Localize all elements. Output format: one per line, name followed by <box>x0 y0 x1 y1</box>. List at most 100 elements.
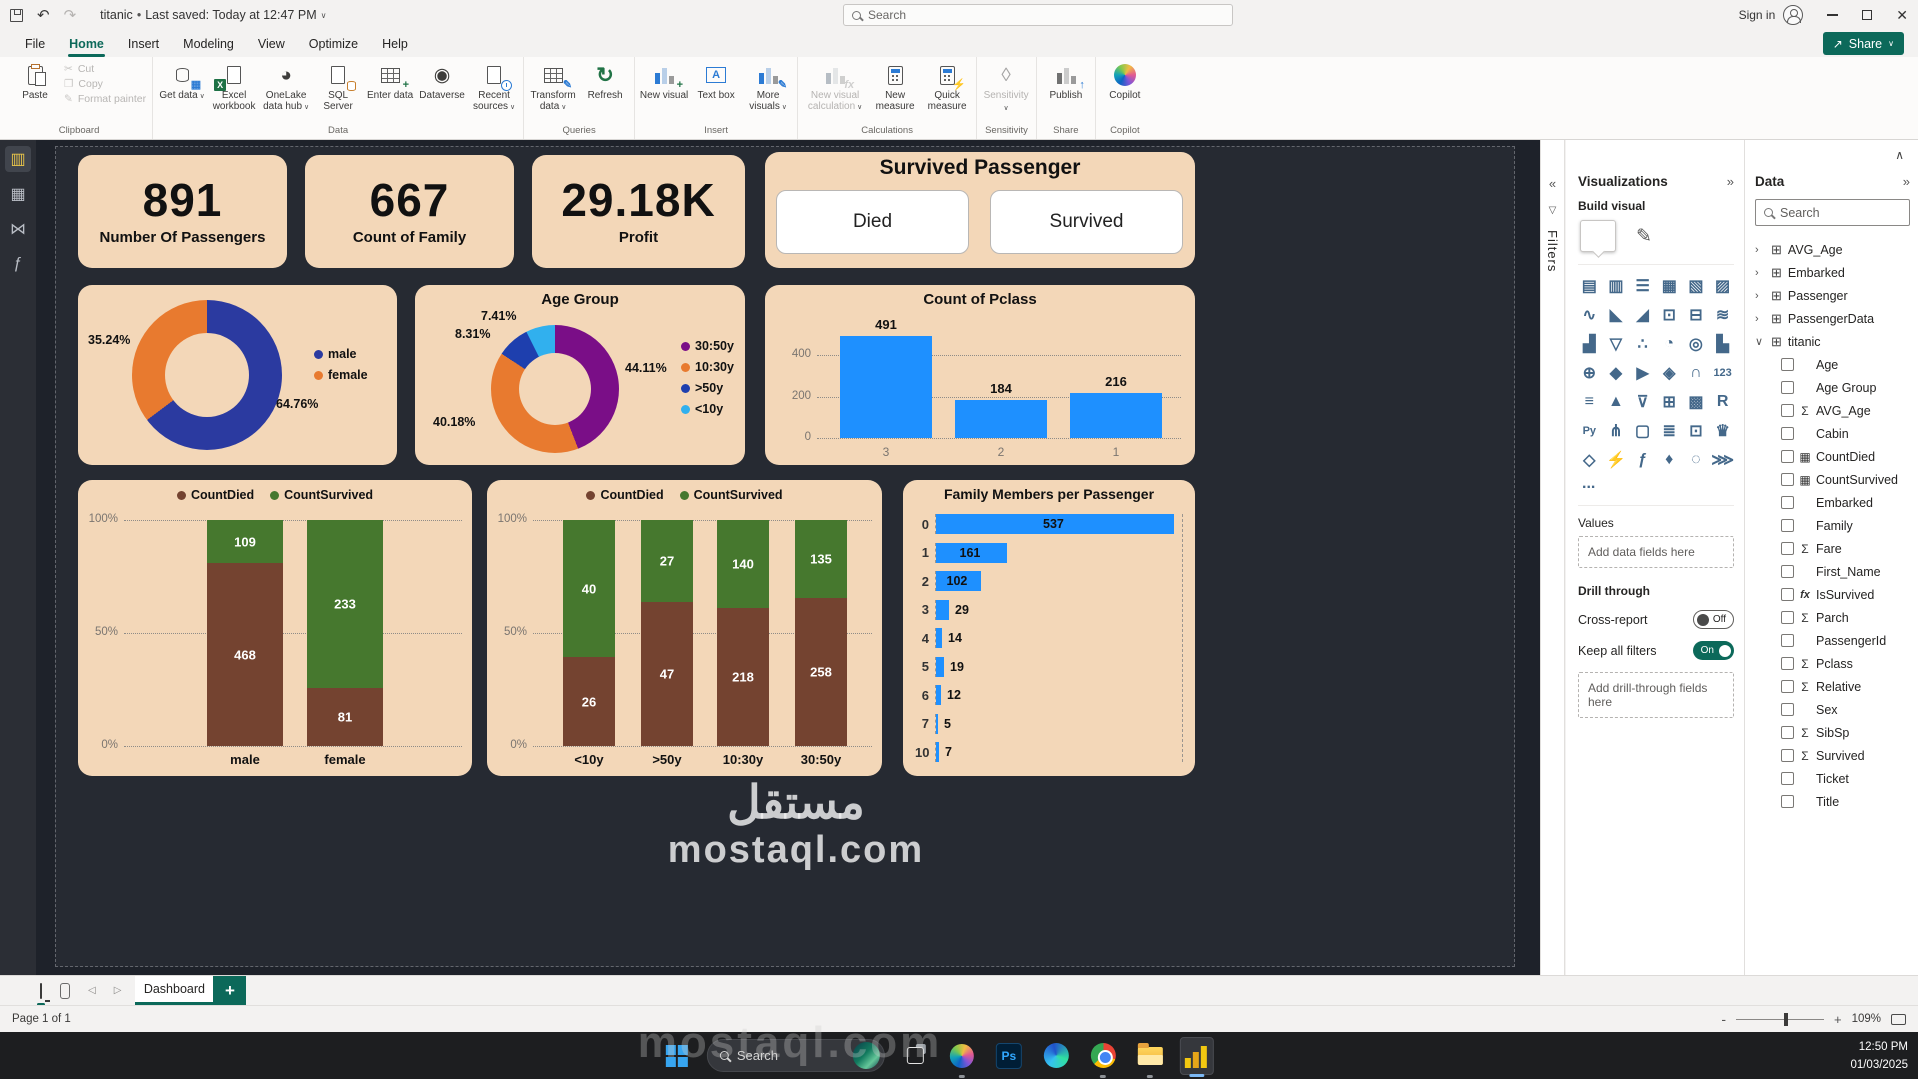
survived-segment[interactable]: 40 <box>563 520 615 657</box>
table-icon[interactable]: ⊞ <box>1658 391 1681 413</box>
field-row-ticket[interactable]: Ticket <box>1755 767 1910 790</box>
stacked-bar[interactable]: 40 26 <box>563 520 615 746</box>
field-row-avg_age[interactable]: Σ AVG_Age <box>1755 399 1910 422</box>
gauge-icon[interactable]: ∩ <box>1685 362 1708 384</box>
cut-button[interactable]: ✂ Cut <box>64 63 146 75</box>
survived-slicer[interactable]: Survived Passenger Died Survived <box>765 152 1195 268</box>
clustered-column-chart-icon[interactable]: ▦ <box>1658 275 1681 297</box>
zoom-level[interactable]: 109% <box>1852 1013 1881 1025</box>
field-row-fare[interactable]: Σ Fare <box>1755 537 1910 560</box>
format-visual-icon[interactable]: ✎ <box>1636 225 1652 248</box>
bar[interactable] <box>936 742 939 762</box>
field-row-embarked[interactable]: Embarked <box>1755 491 1910 514</box>
taskbar-clock[interactable]: 12:50 PM 01/03/2025 <box>1850 1038 1908 1075</box>
power-bi-app-button[interactable] <box>1179 1036 1214 1075</box>
died-segment[interactable]: 81 <box>307 688 383 746</box>
legend-item[interactable]: <10y <box>681 402 734 416</box>
kpi-icon[interactable]: ▲ <box>1605 391 1628 413</box>
field-checkbox[interactable] <box>1781 404 1794 417</box>
start-button[interactable] <box>660 1037 694 1075</box>
menu-modeling[interactable]: Modeling <box>172 33 245 55</box>
bar-row[interactable]: 0 537 <box>915 514 1182 534</box>
data-search-input[interactable]: Search <box>1755 199 1910 226</box>
stacked-bar[interactable]: 140 218 <box>717 520 769 746</box>
survived-segment[interactable]: 109 <box>207 520 283 563</box>
new-page-button[interactable]: + <box>213 976 247 1005</box>
get-data-button[interactable]: ▦ Get data <box>157 59 207 102</box>
field-row-age-group[interactable]: Age Group <box>1755 376 1910 399</box>
arcgis-map-icon[interactable]: ♦ <box>1658 449 1681 471</box>
fit-to-page-icon[interactable] <box>1891 1013 1906 1025</box>
dataverse-button[interactable]: ◉ Dataverse <box>417 59 467 102</box>
field-checkbox[interactable] <box>1781 450 1794 463</box>
values-field-well[interactable]: Add data fields here <box>1578 536 1734 568</box>
field-checkbox[interactable] <box>1781 611 1794 624</box>
decomposition-tree-icon[interactable]: ⋔ <box>1605 420 1628 442</box>
treemap-icon[interactable]: ▙ <box>1711 333 1734 355</box>
died-segment[interactable]: 258 <box>795 598 847 746</box>
smart-narrative-icon[interactable]: ≣ <box>1658 420 1681 442</box>
report-view-icon[interactable]: ▥ <box>5 146 31 172</box>
field-row-family[interactable]: Family <box>1755 514 1910 537</box>
survived-segment[interactable]: 27 <box>641 520 693 602</box>
line-chart-icon[interactable]: ∿ <box>1578 304 1601 326</box>
pie-chart-icon[interactable]: ◔ <box>1658 333 1681 355</box>
field-row-countsurvived[interactable]: ▦ CountSurvived <box>1755 468 1910 491</box>
field-row-relative[interactable]: Σ Relative <box>1755 675 1910 698</box>
kpi-card-profit[interactable]: 29.18K Profit <box>532 155 745 268</box>
died-segment[interactable]: 47 <box>641 602 693 746</box>
zoom-in-icon[interactable]: + <box>1834 1012 1842 1027</box>
chevron-right-icon[interactable]: › <box>1755 313 1765 325</box>
field-checkbox[interactable] <box>1781 496 1794 509</box>
legend-item[interactable]: CountSurvived <box>270 488 373 502</box>
bar[interactable] <box>1070 393 1162 438</box>
menu-view[interactable]: View <box>247 33 296 55</box>
dax-query-visual-icon[interactable]: ƒ <box>1631 449 1654 471</box>
bar-row[interactable]: 3 29 <box>915 599 1182 620</box>
new-visual-calculation-button[interactable]: fx New visual calculation <box>802 59 868 113</box>
field-row-parch[interactable]: Σ Parch <box>1755 606 1910 629</box>
100-stacked-column-chart-icon[interactable]: ▨ <box>1711 275 1734 297</box>
save-icon[interactable] <box>10 8 23 22</box>
refresh-button[interactable]: ↻ Refresh <box>580 59 630 102</box>
paginated-report-icon[interactable]: ⊡ <box>1685 420 1708 442</box>
slicer-icon[interactable]: ⊽ <box>1631 391 1654 413</box>
dax-query-view-icon[interactable]: ƒ <box>5 251 31 277</box>
cross-report-toggle[interactable]: Off <box>1692 610 1734 629</box>
table-row-AVG_Age[interactable]: › ⊞ AVG_Age <box>1755 238 1910 261</box>
stacked-bar[interactable]: 135 258 <box>795 520 847 746</box>
zoom-slider-handle[interactable] <box>1783 1012 1788 1026</box>
family-members-bar-chart[interactable]: Family Members per Passenger 0 537 1 161 2 10… <box>903 480 1195 776</box>
power-automate-visual-icon[interactable]: ⋙ <box>1711 449 1734 471</box>
global-search-input[interactable]: Search <box>843 4 1233 26</box>
field-checkbox[interactable] <box>1781 657 1794 670</box>
menu-insert[interactable]: Insert <box>117 33 170 55</box>
minimize-button[interactable] <box>1827 14 1839 16</box>
clustered-bar-chart-icon[interactable]: ☰ <box>1631 275 1654 297</box>
chevron-right-icon[interactable]: › <box>1755 244 1765 256</box>
survived-segment[interactable]: 140 <box>717 520 769 608</box>
bar[interactable] <box>936 656 944 677</box>
bar-row[interactable]: 6 12 <box>915 685 1182 705</box>
field-checkbox[interactable] <box>1781 749 1794 762</box>
chevron-right-icon[interactable]: › <box>1755 267 1765 279</box>
died-segment[interactable]: 468 <box>207 563 283 746</box>
survived-segment[interactable]: 135 <box>795 520 847 598</box>
stacked-bar[interactable]: 109 468 <box>207 520 283 746</box>
filled-map-icon[interactable]: ◆ <box>1605 362 1628 384</box>
table-row-Embarked[interactable]: › ⊞ Embarked <box>1755 261 1910 284</box>
format-painter-button[interactable]: ✎ Format painter <box>64 93 146 105</box>
field-checkbox[interactable] <box>1781 634 1794 647</box>
report-canvas[interactable]: 891 Number Of Passengers 667 Count of Fa… <box>36 140 1540 975</box>
r-script-visual-icon[interactable]: R <box>1711 391 1734 413</box>
field-checkbox[interactable] <box>1781 381 1794 394</box>
qa-visual-icon[interactable]: ▢ <box>1631 420 1654 442</box>
azure-map-icon[interactable]: ▶ <box>1631 362 1654 384</box>
slicer-button-died[interactable]: Died <box>776 190 969 254</box>
field-checkbox[interactable] <box>1781 565 1794 578</box>
copilot-app-button[interactable] <box>945 1037 979 1075</box>
bar-row[interactable]: 4 14 <box>915 628 1182 648</box>
close-button[interactable]: ✕ <box>1896 8 1908 22</box>
field-checkbox[interactable] <box>1781 772 1794 785</box>
field-row-issurvived[interactable]: fx IsSurvived <box>1755 583 1910 606</box>
